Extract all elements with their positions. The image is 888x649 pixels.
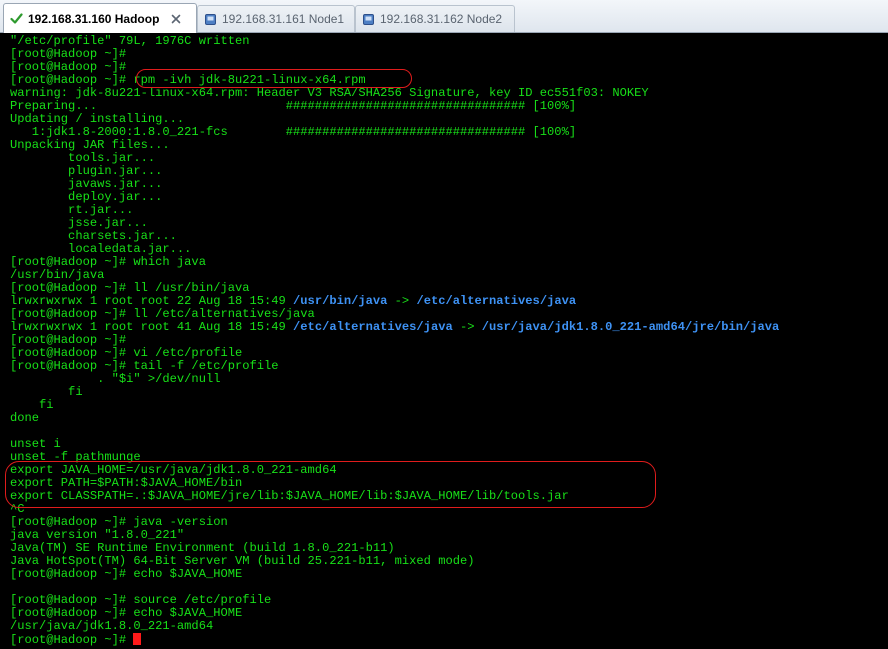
checkmark-icon bbox=[10, 12, 23, 25]
terminal-line: done bbox=[10, 411, 40, 425]
symlink-path: /usr/bin/java bbox=[293, 294, 388, 308]
tab-hadoop[interactable]: 192.168.31.160 Hadoop bbox=[3, 3, 197, 33]
tab-label: 192.168.31.160 Hadoop bbox=[28, 11, 160, 26]
symlink-target: /usr/java/jdk1.8.0_221-amd64/jre/bin/jav… bbox=[481, 320, 780, 334]
cursor bbox=[133, 633, 142, 645]
symlink-target: /etc/alternatives/java bbox=[416, 294, 577, 308]
symlink-path: /etc/alternatives/java bbox=[293, 320, 453, 334]
symlink-arrow: -> bbox=[452, 320, 482, 334]
session-tab-bar: 192.168.31.160 Hadoop 192.168.31.161 Nod… bbox=[0, 0, 888, 33]
terminal-app-window: 192.168.31.160 Hadoop 192.168.31.161 Nod… bbox=[0, 0, 888, 649]
terminal-line: /usr/java/jdk1.8.0_221-amd64 bbox=[10, 619, 214, 633]
session-icon bbox=[204, 13, 217, 26]
session-icon bbox=[362, 13, 375, 26]
terminal-line: [root@Hadoop ~]# echo $JAVA_HOME bbox=[10, 567, 243, 581]
tab-node1[interactable]: 192.168.31.161 Node1 bbox=[197, 5, 355, 32]
close-icon[interactable] bbox=[169, 12, 183, 26]
terminal-prompt-line[interactable]: [root@Hadoop ~]# bbox=[10, 633, 142, 647]
prompt: [root@Hadoop ~]# bbox=[10, 633, 134, 647]
tab-label: 192.168.31.162 Node2 bbox=[380, 12, 503, 26]
terminal-output[interactable]: "/etc/profile" 79L, 1976C written [root@… bbox=[0, 33, 888, 649]
tab-node2[interactable]: 192.168.31.162 Node2 bbox=[355, 5, 515, 32]
symlink-prefix: lrwxrwxrwx 1 root root 41 Aug 18 15:49 bbox=[10, 320, 294, 334]
symlink-prefix: lrwxrwxrwx 1 root root 22 Aug 18 15:49 bbox=[10, 294, 294, 308]
terminal-line: export CLASSPATH=.:$JAVA_HOME/jre/lib:$J… bbox=[10, 489, 569, 503]
symlink-arrow: -> bbox=[387, 294, 417, 308]
tab-label: 192.168.31.161 Node1 bbox=[222, 12, 345, 26]
